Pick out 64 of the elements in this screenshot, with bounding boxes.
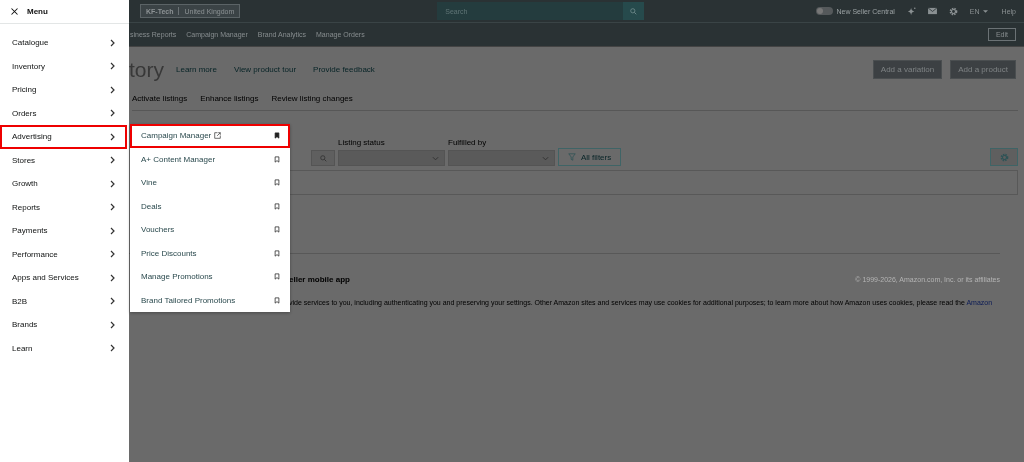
submenu-item[interactable]: Campaign Manager [130, 124, 290, 148]
chevron-right-icon [109, 344, 115, 353]
chevron-right-icon [109, 132, 115, 141]
menu-item[interactable]: Catalogue [0, 31, 127, 55]
bookmark-icon[interactable] [274, 249, 280, 257]
bookmark-icon[interactable] [274, 273, 280, 281]
close-icon[interactable] [10, 7, 19, 16]
settings-icon [999, 152, 1009, 162]
menu-item[interactable]: Inventory [0, 54, 127, 78]
menu-item[interactable]: Orders [0, 101, 127, 125]
submenu-item[interactable]: Deals [130, 194, 290, 218]
chevron-right-icon [109, 320, 115, 329]
bookmark-filled-icon[interactable] [274, 132, 280, 140]
page-tab[interactable]: Review listing changes [271, 93, 353, 103]
search-icon [630, 7, 638, 15]
chevron-right-icon [109, 156, 115, 165]
page-tab[interactable]: Enhance listings [200, 93, 259, 103]
settings-icon[interactable] [948, 6, 958, 16]
bookmark-icon[interactable] [274, 179, 280, 187]
bookmark-icon[interactable] [274, 296, 280, 304]
menu-item[interactable]: Brands [0, 313, 127, 337]
bookmark-icon[interactable] [274, 202, 280, 210]
chevron-right-icon [109, 203, 115, 212]
submenu-item[interactable]: Vine [130, 171, 290, 195]
chevron-down-icon [432, 155, 439, 161]
search-icon [319, 154, 327, 162]
bookmark-icon[interactable] [274, 155, 280, 163]
menu-item[interactable]: Apps and Services [0, 266, 127, 290]
submenu-item[interactable]: Brand Tailored Promotions [130, 288, 290, 312]
menu-item[interactable]: Growth [0, 172, 127, 196]
filter-icon [568, 153, 576, 161]
menu-item[interactable]: Reports [0, 195, 127, 219]
menu-item[interactable]: Payments [0, 219, 127, 243]
menu-item[interactable]: Learn [0, 336, 127, 360]
submenu-item[interactable]: Price Discounts [130, 241, 290, 265]
chevron-right-icon [109, 226, 115, 235]
filter-label: Listing status [338, 138, 386, 147]
chevron-right-icon [109, 85, 115, 94]
chevron-right-icon [109, 38, 115, 47]
sparkle-icon[interactable] [906, 6, 916, 16]
chevron-right-icon [109, 179, 115, 188]
submenu-item[interactable]: Manage Promotions [130, 265, 290, 289]
menu-title: Menu [27, 7, 48, 16]
bookmark-icon[interactable] [274, 226, 280, 234]
chevron-right-icon [109, 297, 115, 306]
menu-item[interactable]: Stores [0, 148, 127, 172]
menu-item[interactable]: Pricing [0, 78, 127, 102]
mail-icon[interactable] [927, 7, 937, 15]
chevron-down-icon [542, 155, 549, 161]
chevron-right-icon [109, 273, 115, 282]
dropdown-field[interactable] [338, 150, 445, 166]
menu-item[interactable]: Performance [0, 242, 127, 266]
menu-item[interactable]: Advertising [0, 125, 127, 149]
chevron-right-icon [109, 109, 115, 118]
toggle-switch[interactable] [815, 7, 833, 15]
menu-item[interactable]: B2B [0, 289, 127, 313]
caret-icon [982, 9, 988, 13]
page-tab[interactable]: Activate listings [132, 93, 188, 103]
dropdown-field[interactable] [448, 150, 555, 166]
filter-label: Fulfilled by [448, 138, 488, 147]
submenu-item[interactable]: A+ Content Manager [130, 147, 290, 171]
submenu-item[interactable]: Vouchers [130, 218, 290, 242]
chevron-right-icon [109, 62, 115, 71]
chevron-right-icon [109, 250, 115, 259]
